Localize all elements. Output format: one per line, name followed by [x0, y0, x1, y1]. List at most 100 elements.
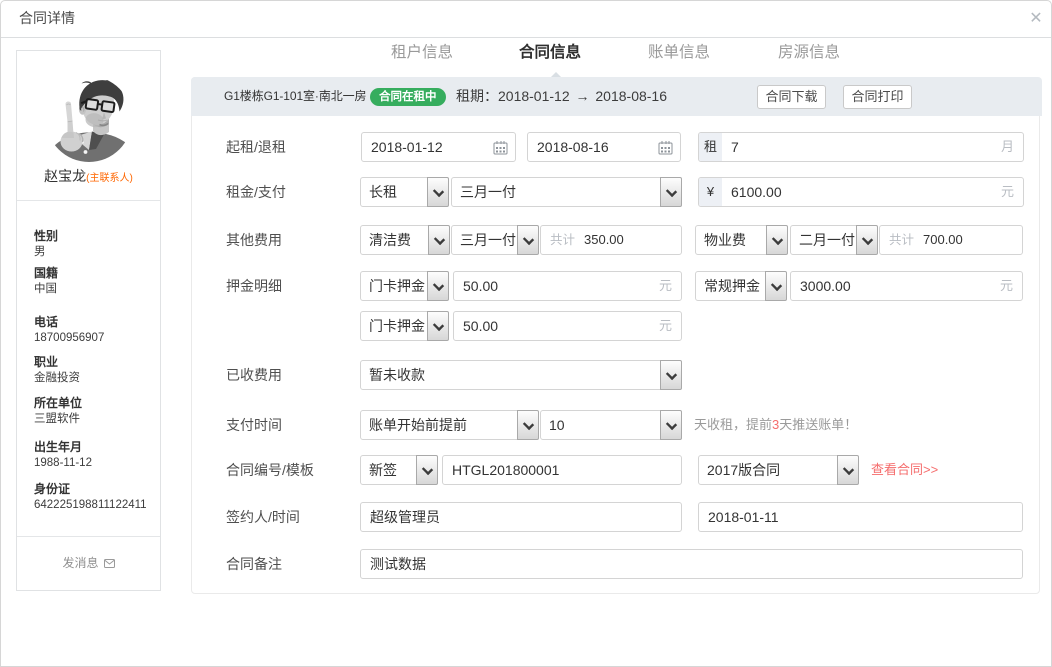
rent-term-value: 长租 — [369, 178, 426, 206]
rent-amount-input[interactable]: ¥ 6100.00 元 — [698, 177, 1024, 207]
row-label: 合同备注 — [226, 549, 282, 579]
field-label: 所在单位 — [34, 396, 154, 411]
row-remark: 合同备注 测试数据 — [192, 549, 1039, 579]
rent-term-select[interactable]: 长租 — [360, 177, 449, 207]
end-date-input[interactable]: 2018-08-16 — [527, 132, 681, 162]
row-start-end: 起租/退租 2018-01-12 2018-08-16 租 7 月 — [192, 132, 1039, 162]
room-title: G1楼栋G1-101室·南北一房 — [224, 77, 366, 116]
unit-month: 月 — [1001, 133, 1014, 161]
chevron-down-icon[interactable] — [427, 271, 449, 301]
calendar-icon[interactable] — [658, 140, 673, 160]
chevron-down-icon[interactable] — [660, 177, 682, 207]
currency-prefix: ¥ — [699, 178, 722, 206]
contract-template-value: 2017版合同 — [707, 456, 836, 484]
chevron-down-icon[interactable] — [856, 225, 878, 255]
rent-months-input[interactable]: 租 7 月 — [698, 132, 1024, 162]
field-label: 职业 — [34, 355, 154, 370]
chevron-down-icon[interactable] — [517, 225, 539, 255]
received-fees-select[interactable]: 暂未收款 — [360, 360, 682, 390]
deposit2-type-select[interactable]: 常规押金 — [695, 271, 787, 301]
send-message-button[interactable]: 发消息 — [17, 555, 160, 572]
start-date-value: 2018-01-12 — [371, 133, 443, 161]
fee1-type-value: 清洁费 — [369, 226, 427, 254]
start-date-input[interactable]: 2018-01-12 — [361, 132, 516, 162]
tab-tenant-info[interactable]: 租户信息 — [390, 44, 454, 64]
sign-type-select[interactable]: 新签 — [360, 455, 438, 485]
fee1-cycle-select[interactable]: 三月一付 — [451, 225, 539, 255]
chevron-down-icon[interactable] — [428, 225, 450, 255]
deposit1-type-select[interactable]: 门卡押金 — [360, 271, 449, 301]
row-label: 押金明细 — [226, 271, 282, 301]
chevron-down-icon[interactable] — [660, 360, 682, 390]
field-value: 1988-11-12 — [34, 456, 154, 471]
fee1-total-input[interactable]: 共计 350.00 — [540, 225, 682, 255]
remark-input[interactable]: 测试数据 — [360, 549, 1023, 579]
field-value: 男 — [34, 245, 154, 260]
field-value: 三盟软件 — [34, 412, 154, 427]
chevron-down-icon[interactable] — [416, 455, 438, 485]
field-label: 出生年月 — [34, 440, 154, 455]
panel-divider — [17, 200, 160, 201]
total-label: 共计 — [889, 226, 914, 254]
field-value: 642225198811122411 — [34, 498, 154, 513]
fee2-total-input[interactable]: 共计 700.00 — [879, 225, 1023, 255]
deposit1-amount-input[interactable]: 50.00 元 — [453, 271, 682, 301]
tenant-field-phone: 电话 18700956907 — [34, 315, 154, 346]
rent-prefix: 租 — [699, 133, 722, 161]
tab-house-info[interactable]: 房源信息 — [777, 44, 841, 64]
deposit3-type-select[interactable]: 门卡押金 — [360, 311, 449, 341]
unit-yuan: 元 — [1000, 272, 1013, 300]
deposit3-type-value: 门卡押金 — [369, 312, 426, 340]
row-rent-pay: 租金/支付 长租 三月一付 ¥ 6100.00 元 — [192, 177, 1039, 207]
tab-bill-info[interactable]: 账单信息 — [647, 44, 711, 64]
remark-value: 测试数据 — [370, 550, 426, 578]
end-date-value: 2018-08-16 — [537, 133, 609, 161]
modal-title: 合同详情 — [19, 1, 75, 36]
chevron-down-icon[interactable] — [765, 271, 787, 301]
chevron-down-icon[interactable] — [517, 410, 539, 440]
contract-template-select[interactable]: 2017版合同 — [698, 455, 859, 485]
contract-form: G1楼栋G1-101室·南北一房 合同在租中 租期：2018-01-12 → 2… — [191, 77, 1040, 594]
contract-number-input[interactable]: HTGL201800001 — [442, 455, 682, 485]
rent-amount-value: 6100.00 — [731, 178, 782, 206]
row-label: 签约人/时间 — [226, 502, 300, 532]
fee2-amount-value: 700.00 — [923, 226, 963, 254]
hint-text: 天推送账单！ — [779, 417, 857, 432]
row-signer: 签约人/时间 超级管理员 2018-01-11 — [192, 502, 1039, 532]
chevron-down-icon[interactable] — [427, 177, 449, 207]
chevron-down-icon[interactable] — [766, 225, 788, 255]
deposit2-amount-value: 3000.00 — [800, 272, 851, 300]
contract-print-button[interactable]: 合同打印 — [843, 85, 912, 109]
pay-time-hint: 天收租，提前3天推送账单！ — [694, 410, 857, 440]
row-label: 已收费用 — [226, 360, 282, 390]
pay-cycle-select[interactable]: 三月一付 — [451, 177, 682, 207]
contract-number-value: HTGL201800001 — [452, 456, 559, 484]
fee2-cycle-value: 二月一付 — [799, 226, 855, 254]
sign-date-input[interactable]: 2018-01-11 — [698, 502, 1023, 532]
avatar-photo-icon — [46, 76, 132, 162]
pay-time-mode-select[interactable]: 账单开始前提前 — [360, 410, 539, 440]
contract-download-button[interactable]: 合同下载 — [757, 85, 826, 109]
unit-yuan: 元 — [659, 272, 672, 300]
fee2-type-select[interactable]: 物业费 — [695, 225, 788, 255]
fee1-type-select[interactable]: 清洁费 — [360, 225, 450, 255]
signer-name-input[interactable]: 超级管理员 — [360, 502, 682, 532]
calendar-icon[interactable] — [493, 140, 508, 160]
signer-name-value: 超级管理员 — [370, 503, 440, 531]
chevron-down-icon[interactable] — [660, 410, 682, 440]
pay-time-days-select[interactable]: 10 — [540, 410, 682, 440]
tenant-field-nationality: 国籍 中国 — [34, 266, 154, 297]
row-label: 租金/支付 — [226, 177, 286, 207]
tab-contract-info[interactable]: 合同信息 — [518, 44, 582, 64]
chevron-down-icon[interactable] — [837, 455, 859, 485]
deposit2-amount-input[interactable]: 3000.00 元 — [790, 271, 1023, 301]
tenant-field-idcard: 身份证 642225198811122411 — [34, 482, 154, 513]
close-icon[interactable]: ✕ — [1025, 8, 1047, 30]
fee2-cycle-select[interactable]: 二月一付 — [790, 225, 878, 255]
chevron-down-icon[interactable] — [427, 311, 449, 341]
view-contract-link[interactable]: 查看合同>> — [871, 455, 938, 485]
row-label: 其他费用 — [226, 225, 282, 255]
deposit3-amount-value: 50.00 — [463, 312, 498, 340]
fee1-amount-value: 350.00 — [584, 226, 624, 254]
deposit3-amount-input[interactable]: 50.00 元 — [453, 311, 682, 341]
